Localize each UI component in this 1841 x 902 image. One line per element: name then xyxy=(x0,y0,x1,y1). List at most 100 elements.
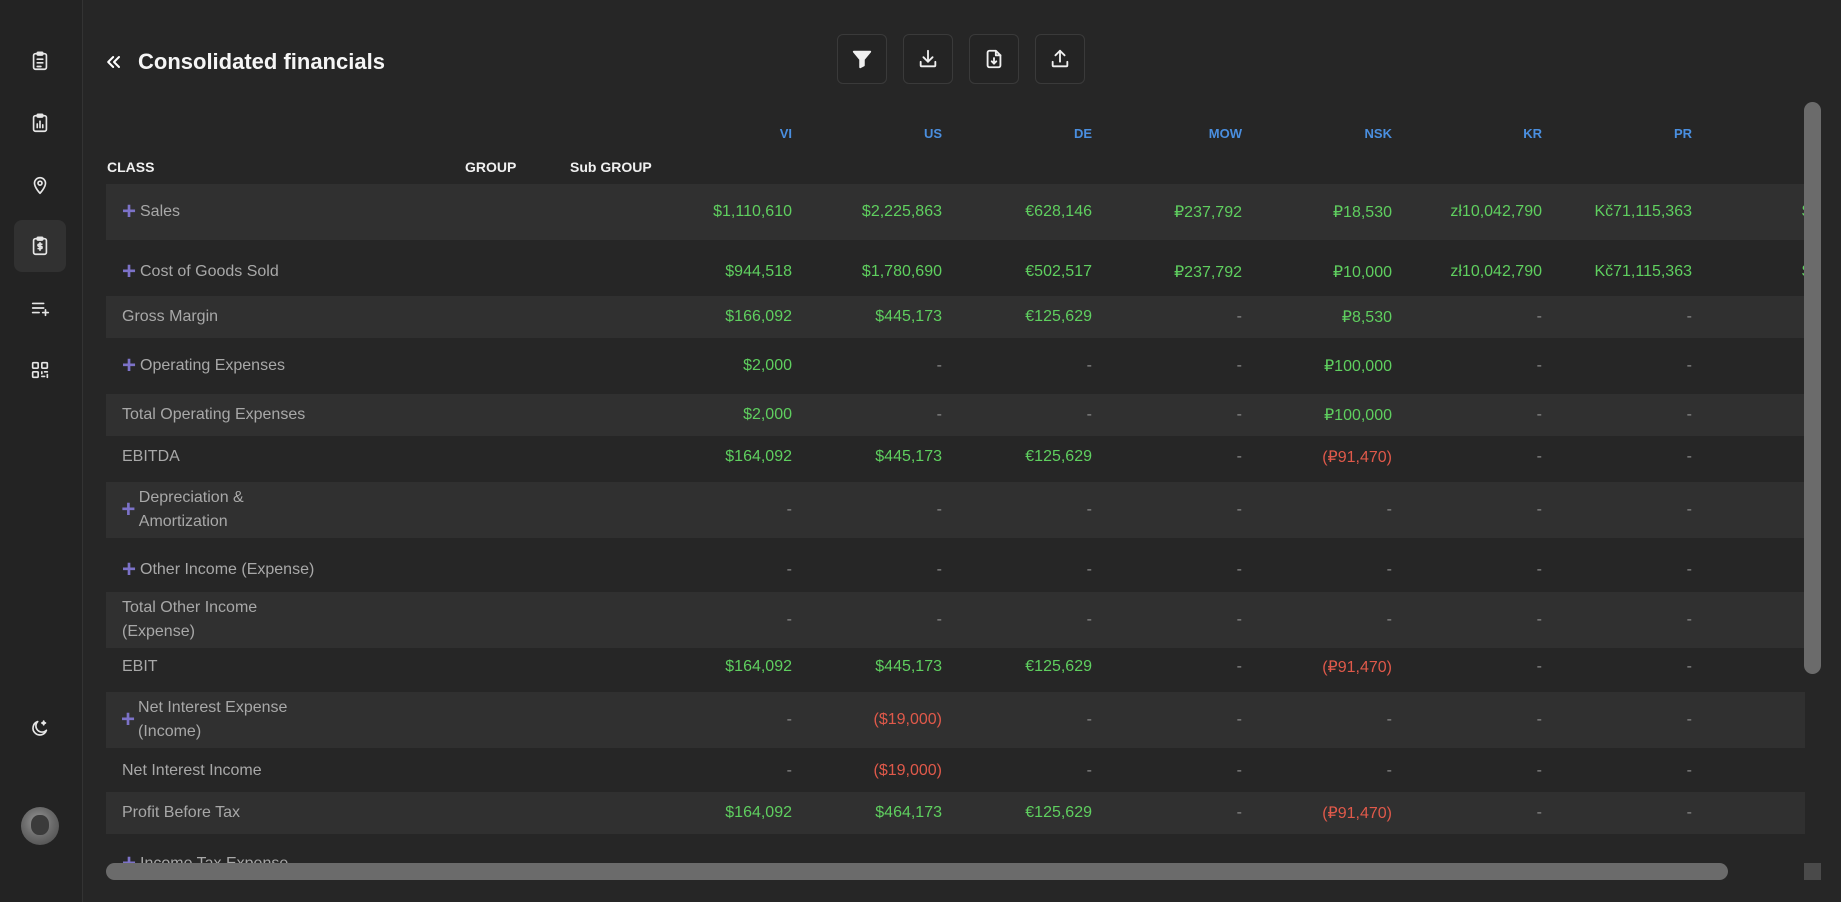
expand-plus-icon[interactable]: + xyxy=(121,558,137,582)
nav-list-add[interactable] xyxy=(14,282,66,334)
file-download-icon xyxy=(986,49,1002,69)
row-label-text: Cost of Goods Sold xyxy=(140,263,279,280)
table-cell: - xyxy=(1536,501,1542,518)
region-header[interactable]: MOW xyxy=(1092,126,1242,141)
header-group[interactable]: GROUP xyxy=(465,159,516,175)
table-cell: - xyxy=(1386,611,1392,628)
region-header[interactable]: DE xyxy=(942,126,1092,141)
table-row: Net Interest Income-($19,000)-----($1 xyxy=(106,750,1805,792)
table-cell: $74 xyxy=(1692,448,1805,466)
download-button[interactable] xyxy=(903,34,953,84)
filter-button[interactable] xyxy=(837,34,887,84)
table-cell: ₽100,000 xyxy=(1323,358,1392,375)
region-header[interactable]: PR xyxy=(1542,126,1692,141)
table-cell: €125,629 xyxy=(1025,658,1092,675)
table-cell: $164,092 xyxy=(725,448,792,465)
table-cell: $9,56 xyxy=(1692,203,1805,221)
row-label: Total Operating Expenses xyxy=(122,394,305,436)
table-cell: - xyxy=(936,406,942,423)
table-cell: - xyxy=(1086,711,1092,728)
export-file-button[interactable] xyxy=(969,34,1019,84)
table-cell: - xyxy=(1686,357,1692,374)
table-cell: - xyxy=(1386,762,1392,779)
upload-button[interactable] xyxy=(1035,34,1085,84)
table-cell: - xyxy=(1536,406,1542,423)
table-cell: $2,000 xyxy=(743,406,792,423)
nav-qr-code[interactable] xyxy=(14,344,66,396)
expand-plus-icon[interactable]: + xyxy=(121,708,135,732)
row-label: Net Interest Income xyxy=(122,750,262,792)
table-row[interactable]: + Income Tax Expense - - - - - - - xyxy=(106,836,1805,866)
table-row[interactable]: + Net Interest Expense (Income) - ($19,000)… xyxy=(106,692,1805,748)
nav-clipboard-list[interactable] xyxy=(14,35,66,87)
theme-toggle[interactable] xyxy=(14,702,66,754)
table-row[interactable]: +Operating Expenses$2,000---₽100,000--$ xyxy=(106,338,1805,394)
table-cell: ($1 xyxy=(1692,711,1805,729)
table-cell: - xyxy=(1236,561,1242,578)
page-header: Consolidated financials xyxy=(104,40,385,84)
region-header-row: VI US DE MOW NSK KR PR xyxy=(106,126,1805,142)
header-subgroup[interactable]: Sub GROUP xyxy=(570,159,652,175)
table-row[interactable]: + Depreciation & Amortization - - - - - - - xyxy=(106,482,1805,538)
row-label: + Net Interest Expense (Income) xyxy=(121,692,321,748)
nav-location[interactable] xyxy=(14,159,66,211)
table-cell: - xyxy=(1236,501,1242,518)
table-cell: - xyxy=(1536,711,1542,728)
nav-clipboard-chart[interactable] xyxy=(14,97,66,149)
back-button[interactable] xyxy=(104,52,124,72)
table-cell: ₽237,792 xyxy=(1173,264,1242,281)
region-header[interactable]: US xyxy=(792,126,942,141)
row-label-text: EBITDA xyxy=(122,448,180,465)
region-header[interactable]: KR xyxy=(1392,126,1542,141)
row-label: + Cost of Goods Sold xyxy=(121,244,279,300)
table-row[interactable]: + Cost of Goods Sold $944,518 $1,780,690 €50… xyxy=(106,244,1805,300)
row-label-text: Profit Before Tax xyxy=(122,804,240,821)
list-add-icon xyxy=(31,302,50,317)
table-cell: $2,225,863 xyxy=(861,203,942,220)
table-cell: - xyxy=(936,501,942,518)
table-cell: $ xyxy=(1692,357,1805,375)
table-cell: ₽8,530 xyxy=(1341,309,1392,326)
table-cell: - xyxy=(1236,611,1242,628)
expand-plus-icon[interactable]: + xyxy=(121,354,137,378)
table-row[interactable]: + Sales $1,110,610 $2,225,863 €628,146 ₽237,7… xyxy=(106,184,1805,240)
table-cell: - xyxy=(1086,501,1092,518)
nav-financials[interactable] xyxy=(14,220,66,272)
table-cell: €125,629 xyxy=(1025,804,1092,821)
table-cell: ($19,000) xyxy=(873,711,943,728)
horizontal-scrollbar[interactable] xyxy=(106,863,1728,880)
table-cell: - xyxy=(1686,501,1692,518)
table-cell: - xyxy=(1536,762,1542,779)
expand-plus-icon[interactable]: + xyxy=(121,498,136,522)
expand-plus-icon[interactable]: + xyxy=(121,200,137,224)
clipboard-list-icon xyxy=(32,51,48,71)
row-label: + Depreciation & Amortization xyxy=(121,482,321,538)
toolbar xyxy=(837,34,1085,84)
table-cell: - xyxy=(1086,762,1092,779)
table-cell: $166,092 xyxy=(725,308,792,325)
financials-table: VI US DE MOW NSK KR PR CLASS GROUP Sub GROUP +… xyxy=(106,112,1805,865)
table-cell: $76 xyxy=(1692,804,1805,822)
row-label: EBIT xyxy=(122,646,158,688)
table-cell: - xyxy=(1536,357,1542,374)
row-label: Profit Before Tax xyxy=(122,792,240,834)
row-label: + Operating Expenses xyxy=(121,338,285,394)
table-cell: ₽100,000 xyxy=(1323,407,1392,424)
table-cell: - xyxy=(1236,762,1242,779)
expand-plus-icon[interactable]: + xyxy=(121,260,137,284)
table-cell: - xyxy=(1686,611,1692,628)
table-cell: $164,092 xyxy=(725,804,792,821)
region-header[interactable]: VI xyxy=(642,126,792,141)
row-label-text: EBIT xyxy=(122,658,158,675)
vertical-scrollbar[interactable] xyxy=(1804,102,1821,674)
region-header[interactable]: NSK xyxy=(1242,126,1392,141)
header-class[interactable]: CLASS xyxy=(107,159,154,175)
row-label: Gross Margin xyxy=(122,296,218,338)
table-row[interactable]: + Other Income (Expense) - - - - - - - xyxy=(106,542,1805,598)
table-cell: - xyxy=(786,762,792,779)
table-cell: - xyxy=(1686,711,1692,728)
row-label: + Income Tax Expense xyxy=(121,836,288,866)
chevrons-left-icon xyxy=(107,56,120,68)
avatar[interactable] xyxy=(21,807,59,845)
clipboard-chart-icon xyxy=(32,113,48,133)
